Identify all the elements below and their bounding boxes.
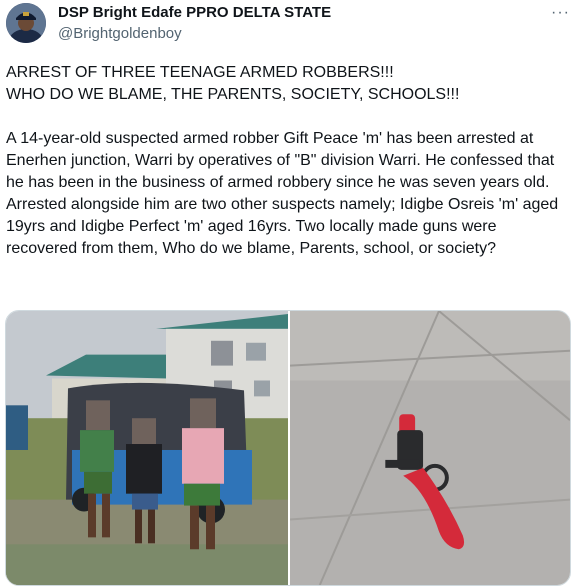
police-officer-avatar-icon — [6, 3, 46, 43]
tweet-card[interactable]: DSP Bright Edafe PPRO DELTA STATE @Brigh… — [0, 0, 578, 586]
suspects-photo-image — [6, 311, 288, 585]
author-handle[interactable]: @Brightgoldenboy — [58, 25, 182, 42]
media-grid — [5, 310, 571, 586]
gun-photo-image — [290, 311, 570, 585]
more-options-icon[interactable]: ··· — [551, 4, 570, 22]
tweet-text: ARREST OF THREE TEENAGE ARMED ROBBERS!!!… — [6, 64, 559, 257]
gun-photo[interactable] — [290, 311, 570, 585]
suspects-photo[interactable] — [6, 311, 288, 585]
avatar[interactable] — [6, 3, 46, 43]
author-display-name[interactable]: DSP Bright Edafe PPRO DELTA STATE — [58, 4, 331, 21]
